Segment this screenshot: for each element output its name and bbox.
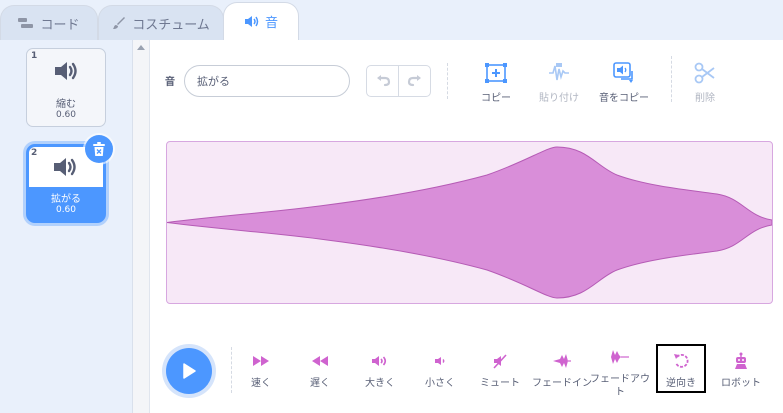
sound-tile-selected[interactable]: 2 拡がる 0.60 — [26, 135, 113, 223]
undo-button[interactable] — [367, 66, 399, 96]
mute-label: ミュート — [480, 378, 520, 389]
faster-button[interactable]: 速く — [231, 349, 291, 390]
highlight-box — [656, 344, 706, 393]
sound-name-label: 音 — [165, 77, 175, 88]
divider — [447, 63, 448, 99]
softer-label: 小さく — [425, 378, 455, 389]
louder-icon — [372, 356, 387, 366]
fade-out-button[interactable]: フェードアウト — [590, 345, 650, 399]
sound-name: 拡がる — [51, 194, 81, 205]
paste-icon — [549, 63, 569, 81]
fade-out-icon — [611, 350, 629, 364]
redo-icon — [407, 75, 421, 87]
play-button[interactable] — [166, 348, 212, 394]
play-icon — [183, 363, 196, 379]
sound-list: 1 縮む 0.60 2 拡がる 0.60 — [0, 40, 133, 413]
copy-label: コピー — [481, 93, 511, 104]
delete-label: 削除 — [695, 93, 715, 104]
copy-sound-icon — [613, 62, 633, 83]
tab-bar: コード コスチューム 音 — [0, 0, 783, 40]
copy-icon — [485, 63, 507, 83]
tab-sounds[interactable]: 音 — [223, 2, 299, 40]
sound-name-input[interactable] — [184, 65, 350, 97]
tab-code-label: コード — [40, 17, 80, 33]
tab-sounds-label: 音 — [264, 16, 278, 31]
robot-button[interactable]: ロボット — [711, 349, 771, 390]
scissors-icon — [694, 62, 715, 84]
tab-costumes-label: コスチューム — [132, 17, 210, 33]
copy-button[interactable]: コピー — [460, 60, 532, 104]
paste-label: 貼り付け — [539, 93, 579, 104]
softer-icon — [435, 357, 445, 365]
copy-sound-button[interactable]: 音をコピー — [588, 60, 660, 104]
fade-in-label: フェードイン — [532, 378, 592, 389]
sound-index: 2 — [31, 148, 38, 158]
sound-duration: 0.60 — [55, 110, 77, 120]
slower-button[interactable]: 遅く — [290, 349, 350, 390]
redo-button[interactable] — [399, 66, 430, 96]
softer-button[interactable]: 小さく — [410, 349, 470, 390]
scroll-up-arrow[interactable] — [137, 45, 145, 50]
sound-tile[interactable]: 1 縮む 0.60 — [26, 48, 106, 127]
mute-icon — [493, 354, 507, 369]
speaker-icon — [55, 62, 77, 80]
speaker-icon — [54, 158, 76, 176]
fade-in-icon — [553, 354, 571, 368]
brush-icon — [113, 17, 126, 29]
waveform-panel[interactable] — [166, 141, 773, 304]
scrollbar[interactable] — [133, 40, 149, 413]
robot-label: ロボット — [721, 378, 761, 389]
paste-button[interactable]: 貼り付け — [523, 60, 595, 104]
mute-button[interactable]: ミュート — [470, 349, 530, 390]
robot-icon — [735, 352, 747, 369]
copy-sound-label: 音をコピー — [599, 93, 649, 104]
delete-button[interactable]: 削除 — [669, 60, 741, 104]
waveform — [167, 146, 772, 299]
sound-name: 縮む — [56, 99, 76, 110]
undo-icon — [376, 75, 390, 87]
faster-label: 速く — [251, 378, 271, 389]
slower-label: 遅く — [310, 378, 330, 389]
undo-redo-group — [366, 65, 431, 97]
delete-sound-button[interactable] — [85, 135, 113, 163]
trash-icon — [93, 141, 105, 156]
code-icon — [18, 18, 34, 28]
louder-button[interactable]: 大きく — [350, 349, 410, 390]
faster-icon — [253, 356, 269, 366]
speaker-icon — [244, 16, 259, 27]
louder-label: 大きく — [365, 378, 395, 389]
sound-duration: 0.60 — [55, 205, 77, 215]
tab-code[interactable]: コード — [0, 5, 98, 40]
fade-in-button[interactable]: フェードイン — [532, 349, 592, 390]
fade-out-label: フェードアウト — [590, 374, 650, 398]
slower-icon — [312, 356, 328, 366]
tab-costumes[interactable]: コスチューム — [98, 5, 224, 40]
sound-index: 1 — [31, 51, 38, 61]
